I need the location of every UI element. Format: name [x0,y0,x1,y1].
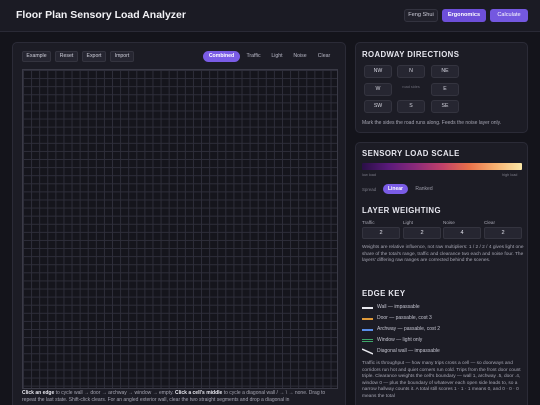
reset-button[interactable]: Reset [55,51,78,62]
edge-key-label: Door — passable, cost 3 [377,315,432,321]
mode-clear-tab[interactable]: Clear [313,51,335,62]
archway-line-icon [362,329,373,331]
ergonomics-button[interactable]: Ergonomics [442,9,486,22]
window-line-icon [362,339,373,342]
wall-line-icon [362,307,373,309]
mode-traffic-tab[interactable]: Traffic [242,51,265,62]
export-button[interactable]: Export [82,51,106,62]
weight-clear-input[interactable]: 2 [484,227,522,239]
settings-card: SENSORY LOAD SCALE low load high load Sp… [355,142,528,405]
help-bold-edge: Click an edge [22,390,55,396]
help-text: Click an edge to cycle wall → door → arc… [22,390,340,404]
floor-plan-panel: Example Reset Export Import Combined Tra… [12,42,346,405]
spread-label: Spread [362,187,377,192]
direction-s-button[interactable]: S [397,100,425,113]
edge-key-label: Window — light only [377,337,423,343]
direction-ne-button[interactable]: NE [431,65,459,78]
weight-noise-input[interactable]: 4 [443,227,481,239]
scale-low-label: low load [362,173,376,177]
import-button[interactable]: Import [110,51,134,62]
weight-light-input[interactable]: 2 [403,227,441,239]
roadway-note: Mark the sides the road runs along. Feed… [362,120,502,126]
direction-e-button[interactable]: E [431,83,459,96]
weight-light-label: Light [403,220,413,225]
scale-high-label: high load [502,173,518,177]
feng-shui-button[interactable]: Feng Shui [404,9,438,22]
sensory-scale-gradient [362,163,522,170]
road-sides-label: road sides [402,85,420,89]
scale-linear-toggle[interactable]: Linear [383,184,408,194]
diagonal-wall-icon [362,348,373,355]
help-bold-cell: Click a cell's middle [175,390,223,396]
mode-noise-tab[interactable]: Noise [289,51,311,62]
direction-n-button[interactable]: N [397,65,425,78]
scale-ranked-toggle[interactable]: Ranked [411,184,437,194]
roadway-directions-card: ROADWAY DIRECTIONS NW N NE W road sides … [355,42,528,133]
mode-light-tab[interactable]: Light [267,51,287,62]
edge-key-label: Wall — impassable [377,304,420,310]
edge-key-description: Traffic is throughput — how many trips c… [362,361,521,399]
direction-sw-button[interactable]: SW [364,100,392,113]
door-line-icon [362,318,373,320]
weighting-description: Weights are relative influence, not raw … [362,245,524,264]
example-button[interactable]: Example [22,51,51,62]
direction-se-button[interactable]: SE [431,100,459,113]
direction-w-button[interactable]: W [364,83,392,96]
edge-key-title: EDGE KEY [362,289,406,298]
edge-key-label: Archway — passable, cost 2 [377,326,441,332]
scale-title: SENSORY LOAD SCALE [362,149,460,158]
roadway-title: ROADWAY DIRECTIONS [362,50,460,59]
app-title: Floor Plan Sensory Load Analyzer [16,9,186,21]
weight-clear-label: Clear [484,220,495,225]
direction-nw-button[interactable]: NW [364,65,392,78]
help-text-edge: to cycle wall → door → archway → window … [54,390,176,396]
edge-key-label: Diagonal wall — impassable [377,348,440,354]
weight-traffic-input[interactable]: 2 [362,227,400,239]
floor-plan-grid[interactable] [22,69,338,389]
weighting-title: LAYER WEIGHTING [362,206,441,215]
calculate-button[interactable]: Calculate [490,9,528,22]
mode-combined-tab[interactable]: Combined [203,51,240,62]
app-header: Floor Plan Sensory Load Analyzer Feng Sh… [0,0,540,32]
weight-noise-label: Noise [443,220,455,225]
weight-traffic-label: Traffic [362,220,375,225]
